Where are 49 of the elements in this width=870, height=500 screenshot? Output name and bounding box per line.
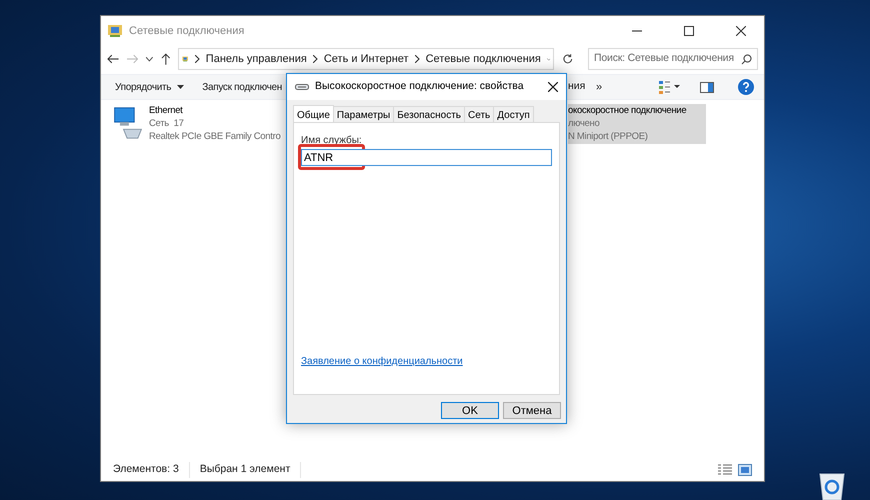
large-icons-view-icon[interactable] (738, 464, 752, 476)
breadcrumb-item[interactable]: Сетевые подключения (426, 50, 541, 68)
dialog-button[interactable]: OK (441, 402, 499, 419)
up-arrow-icon[interactable] (160, 53, 170, 65)
connection-item[interactable]: окоскоростное подключение лючено N Miniport (PPPOE) (568, 104, 706, 144)
toolbar-item[interactable]: Упорядочить (115, 80, 184, 94)
more-commands[interactable]: » (596, 78, 602, 96)
tab[interactable]: Доступ (493, 106, 534, 122)
network-folder-icon (107, 23, 123, 39)
breadcrumb-item[interactable]: Сеть и Интернет (324, 50, 409, 68)
chevron-down-icon[interactable] (146, 56, 153, 62)
toolbar-item[interactable]: ния (568, 79, 586, 95)
details-view-icon[interactable] (718, 464, 732, 476)
close-icon[interactable] (736, 26, 746, 36)
view-options-icon[interactable] (658, 79, 680, 95)
dialog-button[interactable]: Отмена (503, 402, 561, 419)
refresh-icon[interactable] (562, 53, 574, 65)
toolbar-item[interactable]: Запуск подключен (202, 80, 282, 94)
preview-pane-icon[interactable] (700, 82, 714, 92)
connection-status: Сеть 17 (149, 117, 185, 130)
close-icon[interactable] (548, 82, 558, 92)
connection-status: лючено (568, 117, 600, 130)
tab[interactable]: Параметры (332, 106, 394, 122)
dialog-title: Высокоскоростное подключение: свойства (315, 79, 525, 94)
breadcrumb-item[interactable]: Панель управления (206, 50, 307, 68)
status-text: Выбран 1 элемент (190, 462, 302, 478)
connection-item[interactable]: Ethernet Сеть 17 Realtek PCIe GBE Family Contro (111, 104, 287, 144)
status-text: Элементов: 3 (113, 462, 190, 478)
chevron-right-icon (194, 55, 200, 63)
back-arrow-icon[interactable] (107, 54, 119, 64)
connection-name: Ethernet (149, 104, 184, 117)
search-icon (741, 54, 752, 64)
window-title: Сетевые подключения (129, 24, 246, 39)
connection-name: окоскоростное подключение (568, 104, 686, 117)
search-field[interactable]: Поиск: Сетевые подключения (588, 48, 758, 70)
field-label: Имя службы: (301, 134, 363, 148)
privacy-link[interactable]: Заявление о конфиденциальности (301, 354, 552, 369)
tab[interactable]: Общие (293, 105, 334, 123)
modem-icon (295, 83, 309, 91)
network-adapter-icon (111, 106, 145, 140)
help-icon[interactable] (738, 79, 754, 95)
chevron-right-icon (414, 55, 420, 63)
caret-icon (177, 85, 184, 89)
connection-device: Realtek PCIe GBE Family Contro (149, 130, 280, 143)
input-field[interactable]: ATNR (301, 149, 552, 166)
chevron-right-icon (312, 55, 318, 63)
maximize-icon[interactable] (684, 26, 694, 36)
connection-device: N Miniport (PPPOE) (568, 130, 649, 143)
address-bar[interactable]: Панель управления Сеть и Интернет Сетевые подключения (178, 48, 554, 70)
